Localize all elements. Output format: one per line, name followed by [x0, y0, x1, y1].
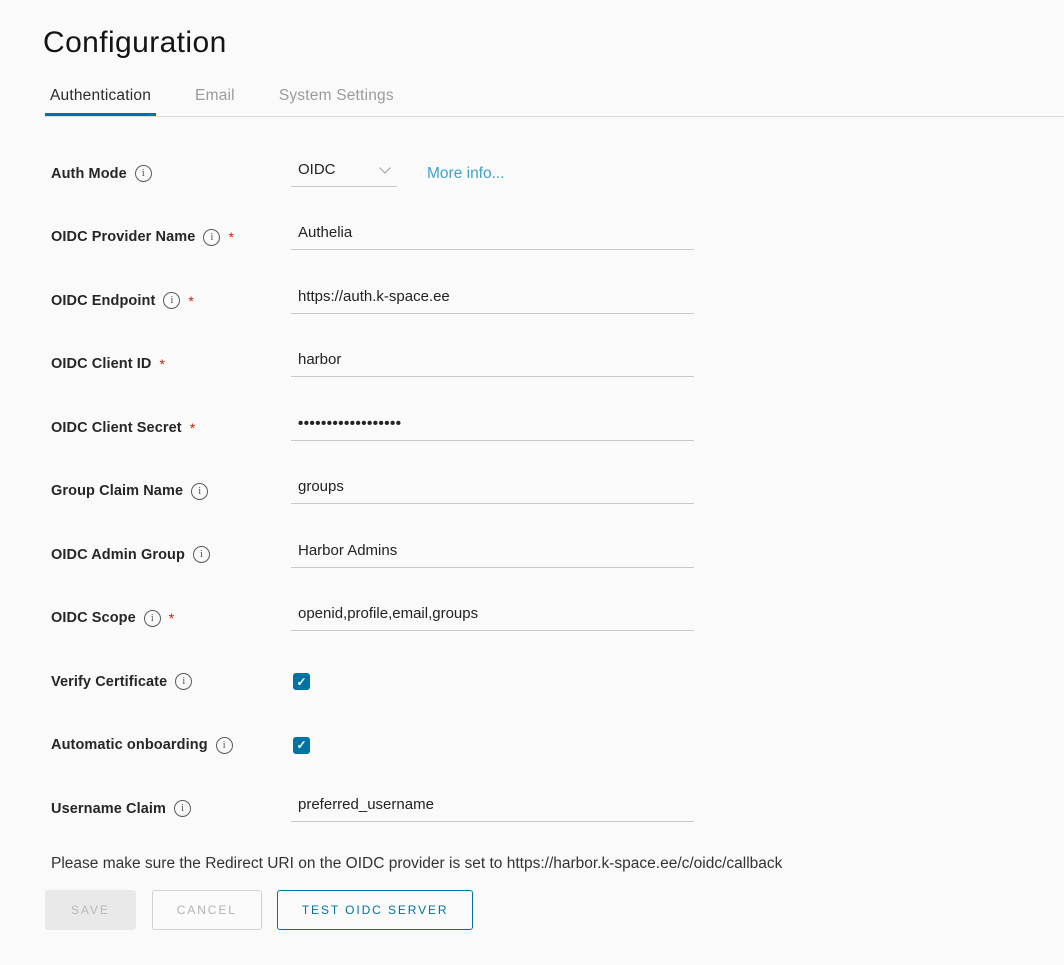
field-label-group: OIDC Client ID * [51, 356, 291, 372]
field-label: OIDC Client ID [51, 356, 152, 372]
test-oidc-server-button[interactable]: TEST OIDC SERVER [277, 890, 474, 930]
redirect-uri-note: Please make sure the Redirect URI on the… [51, 855, 1064, 873]
field-label: OIDC Client Secret [51, 420, 182, 436]
form-row-oidc-endpoint: OIDC Endpoint i * [51, 269, 1064, 333]
field-label-group: OIDC Endpoint i * [51, 292, 291, 309]
automatic-onboarding-checkbox[interactable]: ✓ [293, 737, 310, 754]
info-icon[interactable]: i [191, 483, 208, 500]
form-row-oidc-client-secret: OIDC Client Secret * [51, 396, 1064, 460]
required-asterisk: * [228, 229, 233, 245]
required-asterisk: * [169, 610, 174, 626]
field-value [291, 605, 694, 631]
info-icon[interactable]: i [193, 546, 210, 563]
field-value: ✓ [291, 673, 310, 690]
required-asterisk: * [190, 420, 195, 436]
username-claim-input[interactable] [291, 796, 694, 822]
field-label-group: Username Claim i [51, 800, 291, 817]
field-label: Group Claim Name [51, 483, 183, 499]
required-asterisk: * [188, 293, 193, 309]
field-label-group: Auth Mode i [51, 165, 291, 182]
field-label: OIDC Endpoint [51, 293, 155, 309]
field-value [291, 796, 694, 822]
form-row-oidc-admin-group: OIDC Admin Group i [51, 523, 1064, 587]
field-label: Auth Mode [51, 166, 127, 182]
tab-bar: Authentication Email System Settings [45, 87, 1064, 117]
select-value: OIDC [298, 161, 336, 178]
form-row-oidc-provider-name: OIDC Provider Name i * [51, 206, 1064, 270]
field-label-group: OIDC Provider Name i * [51, 229, 291, 246]
oidc-scope-input[interactable] [291, 605, 694, 631]
field-label: OIDC Admin Group [51, 547, 185, 563]
oidc-client-id-input[interactable] [291, 351, 694, 377]
info-icon[interactable]: i [216, 737, 233, 754]
field-value: ✓ [291, 737, 310, 754]
field-value [291, 415, 694, 441]
oidc-endpoint-input[interactable] [291, 288, 694, 314]
tab-authentication[interactable]: Authentication [45, 87, 156, 116]
cancel-button[interactable]: CANCEL [152, 890, 262, 930]
field-label: Verify Certificate [51, 674, 167, 690]
field-label-group: Automatic onboarding i [51, 737, 291, 754]
field-label-group: OIDC Client Secret * [51, 420, 291, 436]
info-icon[interactable]: i [135, 165, 152, 182]
info-icon[interactable]: i [144, 610, 161, 627]
configuration-page: Configuration Authentication Email Syste… [0, 0, 1064, 930]
info-icon[interactable]: i [163, 292, 180, 309]
action-bar: SAVE CANCEL TEST OIDC SERVER [45, 890, 1064, 930]
form-row-auth-mode: Auth Mode i OIDC More info... [51, 142, 1064, 206]
info-icon[interactable]: i [174, 800, 191, 817]
tab-email[interactable]: Email [190, 87, 240, 116]
form-row-oidc-scope: OIDC Scope i * [51, 587, 1064, 651]
field-value [291, 351, 694, 377]
checkmark-icon: ✓ [296, 676, 306, 688]
field-label: OIDC Provider Name [51, 229, 195, 245]
verify-certificate-checkbox[interactable]: ✓ [293, 673, 310, 690]
form-row-verify-certificate: Verify Certificate i ✓ [51, 650, 1064, 714]
field-value [291, 542, 694, 568]
oidc-provider-name-input[interactable] [291, 224, 694, 250]
oidc-admin-group-input[interactable] [291, 542, 694, 568]
form-row-group-claim-name: Group Claim Name i [51, 460, 1064, 524]
oidc-client-secret-input[interactable] [291, 415, 694, 441]
form-row-username-claim: Username Claim i [51, 777, 1064, 841]
form-row-automatic-onboarding: Automatic onboarding i ✓ [51, 714, 1064, 778]
required-asterisk: * [160, 356, 165, 372]
field-label-group: Group Claim Name i [51, 483, 291, 500]
field-label-group: Verify Certificate i [51, 673, 291, 690]
more-info-link[interactable]: More info... [427, 165, 505, 183]
field-value [291, 288, 694, 314]
form-row-oidc-client-id: OIDC Client ID * [51, 333, 1064, 397]
field-label-group: OIDC Admin Group i [51, 546, 291, 563]
auth-config-form: Auth Mode i OIDC More info... OIDC Provider … [51, 142, 1064, 841]
field-label: OIDC Scope [51, 610, 136, 626]
field-label-group: OIDC Scope i * [51, 610, 291, 627]
field-value [291, 478, 694, 504]
checkmark-icon: ✓ [296, 739, 306, 751]
chevron-down-icon [379, 162, 390, 173]
field-value: OIDC More info... [291, 161, 505, 187]
auth-mode-select[interactable]: OIDC [291, 161, 397, 187]
field-label: Automatic onboarding [51, 737, 208, 753]
field-value [291, 224, 694, 250]
field-label: Username Claim [51, 801, 166, 817]
group-claim-name-input[interactable] [291, 478, 694, 504]
page-title: Configuration [43, 26, 1064, 60]
save-button[interactable]: SAVE [45, 890, 136, 930]
info-icon[interactable]: i [175, 673, 192, 690]
tab-system-settings[interactable]: System Settings [274, 87, 399, 116]
info-icon[interactable]: i [203, 229, 220, 246]
